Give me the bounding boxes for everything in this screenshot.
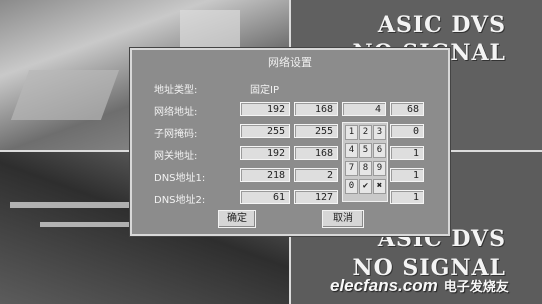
cancel-button[interactable]: 取消	[322, 210, 364, 228]
mask-octet-field[interactable]: 255	[294, 124, 338, 138]
dns1-octet-field[interactable]: 2	[294, 168, 338, 182]
dns2-label: DNS地址2:	[154, 195, 206, 206]
ip-address-row: 网络地址: 192 168 4 68	[132, 102, 448, 118]
ip-octet-field[interactable]: 68	[390, 102, 424, 116]
keypad-key[interactable]: 1	[345, 125, 358, 140]
address-type-value[interactable]: 固定IP	[250, 81, 279, 96]
gateway-row: 网关地址: 192 168 1	[132, 146, 448, 162]
ip-octet-field[interactable]: 192	[240, 102, 290, 116]
site-watermark: elecfans.com 电子发烧友	[330, 276, 509, 296]
ok-button[interactable]: 确定	[218, 210, 256, 228]
subnet-mask-label: 子网掩码:	[154, 129, 198, 140]
overlay-line: ASIC DVS	[377, 12, 506, 38]
keypad-key[interactable]: 7	[345, 161, 358, 176]
dns1-octet-field[interactable]: 218	[240, 168, 290, 182]
address-type-label: 地址类型:	[154, 85, 198, 96]
camera-scene-shape	[180, 10, 240, 50]
dvr-screen: ASIC DVS NO SIGNAL ASIC DVS NO SIGNAL 网络…	[0, 0, 542, 304]
keypad-delete-key[interactable]: ✖	[373, 179, 386, 194]
dns1-octet-field[interactable]: 1	[390, 168, 424, 182]
subnet-mask-row: 子网掩码: 255 255 255 0	[132, 124, 448, 140]
mask-octet-field[interactable]: 0	[390, 124, 424, 138]
keypad-key[interactable]: 4	[345, 143, 358, 158]
ip-address-label: 网络地址:	[154, 107, 198, 118]
ip-octet-field[interactable]: 168	[294, 102, 338, 116]
number-keypad: 1 2 3 4 5 6 7 8 9 0 ✔ ✖	[342, 122, 388, 202]
keypad-key[interactable]: 0	[345, 179, 358, 194]
gateway-octet-field[interactable]: 192	[240, 146, 290, 160]
keypad-key[interactable]: 3	[373, 125, 386, 140]
dns1-row: DNS地址1: 218 2 1	[132, 168, 448, 184]
gateway-label: 网关地址:	[154, 151, 198, 162]
keypad-key[interactable]: 8	[359, 161, 372, 176]
dialog-title: 网络设置	[268, 56, 312, 69]
keypad-key[interactable]: 6	[373, 143, 386, 158]
dns2-row: DNS地址2: 61 127 1	[132, 190, 448, 206]
watermark-brand: elecfans.com	[330, 276, 438, 295]
keypad-key[interactable]: 5	[359, 143, 372, 158]
camera-scene-shape	[10, 202, 130, 208]
address-type-row: 地址类型: 固定IP	[132, 80, 448, 96]
network-settings-dialog: 网络设置 地址类型: 固定IP 网络地址: 192 168 4 68 子网掩码:…	[130, 48, 450, 236]
ip-octet-field[interactable]: 4	[342, 102, 386, 116]
gateway-octet-field[interactable]: 1	[390, 146, 424, 160]
camera-scene-shape	[40, 222, 130, 227]
mask-octet-field[interactable]: 255	[240, 124, 290, 138]
keypad-key[interactable]: 2	[359, 125, 372, 140]
dns1-label: DNS地址1:	[154, 173, 206, 184]
dns2-octet-field[interactable]: 1	[390, 190, 424, 204]
dns2-octet-field[interactable]: 61	[240, 190, 290, 204]
keypad-confirm-key[interactable]: ✔	[359, 179, 372, 194]
gateway-octet-field[interactable]: 168	[294, 146, 338, 160]
dns2-octet-field[interactable]: 127	[294, 190, 338, 204]
watermark-suffix: 电子发烧友	[443, 279, 509, 294]
camera-scene-shape	[10, 70, 120, 120]
keypad-key[interactable]: 9	[373, 161, 386, 176]
